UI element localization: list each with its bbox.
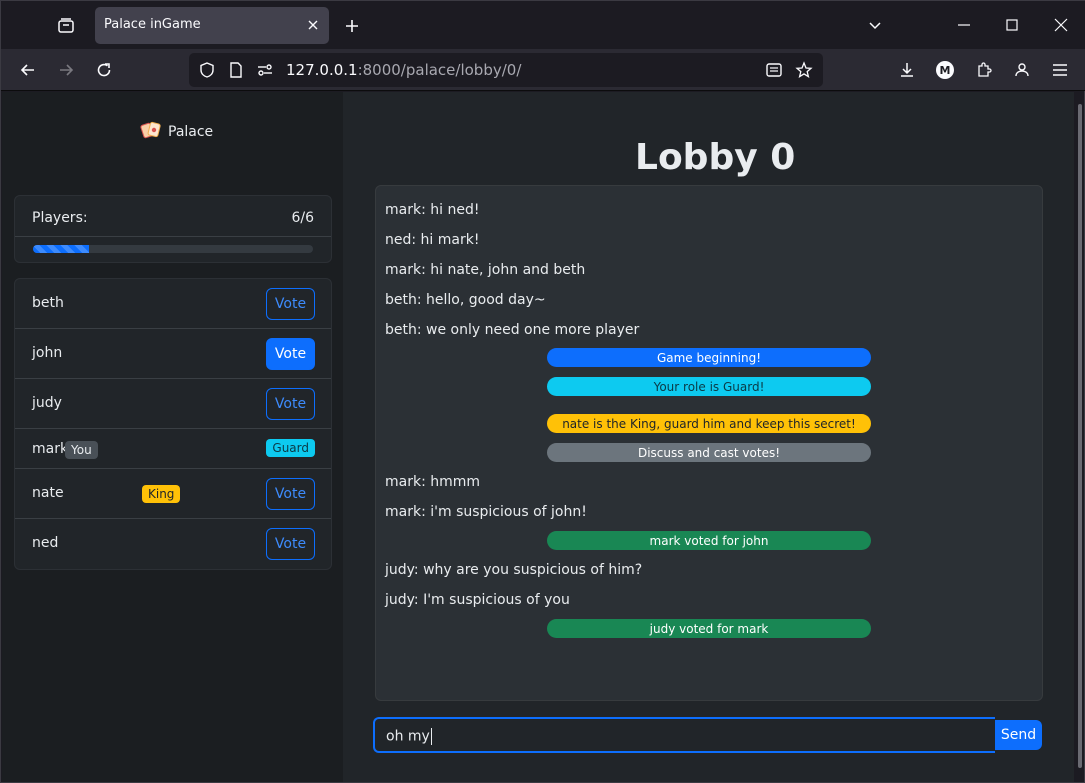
player-row-nate: nate King Vote	[15, 469, 331, 519]
progress-fill	[33, 245, 89, 253]
vote-button-beth[interactable]: Vote	[266, 288, 315, 320]
chat-message: mark: hi ned!	[385, 202, 480, 218]
vote-button-ned[interactable]: Vote	[266, 528, 315, 560]
send-button[interactable]: Send	[995, 720, 1042, 750]
players-label: Players:	[32, 210, 88, 226]
url-bar[interactable]: 127.0.0.1:8000/palace/lobby/0/	[189, 53, 823, 87]
minimize-icon[interactable]	[949, 11, 979, 39]
player-row-ned: ned Vote	[15, 519, 331, 569]
chat-message: beth: we only need one more player	[385, 322, 640, 338]
menu-icon[interactable]	[1046, 56, 1074, 84]
player-row-judy: judy Vote	[15, 379, 331, 429]
player-name: john	[32, 345, 63, 361]
brand[interactable]: Palace	[139, 121, 213, 143]
downloads-icon[interactable]	[893, 56, 921, 84]
forward-arrow-icon[interactable]	[52, 56, 80, 84]
playing-cards-icon	[139, 121, 163, 143]
players-progress-bar	[33, 245, 313, 253]
vote-notice: mark voted for john	[547, 531, 871, 550]
chat-message: mark: i'm suspicious of john!	[385, 504, 587, 520]
profile-icon[interactable]	[1008, 56, 1036, 84]
system-notice: Game beginning!	[547, 348, 871, 367]
url-text: 127.0.0.1:8000/palace/lobby/0/	[286, 61, 521, 79]
player-list: beth Vote john Vote judy Vote mark You G…	[14, 278, 332, 570]
reload-icon[interactable]	[90, 56, 118, 84]
player-name: nate	[32, 485, 64, 501]
player-row-john: john Vote	[15, 329, 331, 379]
close-tab-icon[interactable]	[303, 15, 323, 35]
navigation-bar: 127.0.0.1:8000/palace/lobby/0/ M	[1, 49, 1085, 91]
chat-log: mark: hi ned! ned: hi mark! mark: hi nat…	[375, 185, 1043, 701]
chevron-down-icon[interactable]	[860, 11, 890, 39]
system-notice: Your role is Guard!	[547, 377, 871, 396]
extensions-icon[interactable]	[970, 56, 998, 84]
tab-title: Palace inGame	[104, 17, 201, 32]
you-badge: You	[65, 441, 98, 459]
chat-input-text: oh my	[386, 728, 432, 745]
system-notice: nate is the King, guard him and keep thi…	[547, 414, 871, 433]
player-row-mark: mark You Guard	[15, 429, 331, 469]
permissions-icon[interactable]	[255, 60, 275, 80]
maximize-icon[interactable]	[997, 11, 1027, 39]
chat-message: beth: hello, good day~	[385, 292, 546, 308]
back-arrow-icon[interactable]	[14, 56, 42, 84]
chat-message: mark: hmmm	[385, 474, 481, 490]
sidebar: Palace Players: 6/6 beth Vote john Vote	[2, 92, 343, 782]
scrollbar[interactable]	[1078, 104, 1082, 768]
brand-name: Palace	[168, 124, 214, 140]
role-badge: Guard	[266, 439, 315, 457]
page-icon[interactable]	[226, 60, 246, 80]
new-tab-icon[interactable]	[339, 13, 365, 39]
chat-message: judy: I'm suspicious of you	[385, 592, 570, 608]
tab-palace-ingame[interactable]: Palace inGame	[95, 7, 329, 44]
player-name: beth	[32, 295, 64, 311]
players-count: 6/6	[291, 210, 314, 226]
bookmark-star-icon[interactable]	[794, 60, 814, 80]
vote-button-judy[interactable]: Vote	[266, 388, 315, 420]
chat-message: ned: hi mark!	[385, 232, 480, 248]
chat-message: mark: hi nate, john and beth	[385, 262, 586, 278]
text-caret	[430, 728, 432, 745]
url-path: :8000/palace/lobby/0/	[357, 61, 522, 79]
url-host: 127.0.0.1	[286, 61, 358, 79]
vote-notice: judy voted for mark	[547, 619, 871, 638]
player-name: ned	[32, 535, 59, 551]
page-content: Palace Players: 6/6 beth Vote john Vote	[2, 92, 1074, 782]
account-icon[interactable]: M	[931, 56, 959, 84]
reader-view-icon[interactable]	[764, 60, 784, 80]
shield-icon[interactable]	[197, 60, 217, 80]
vote-button-nate[interactable]: Vote	[266, 478, 315, 510]
chat-input-value: oh my	[386, 728, 430, 745]
page-title: Lobby 0	[635, 137, 796, 178]
tab-strip: Palace inGame	[1, 1, 1085, 49]
player-name: mark	[32, 441, 69, 457]
players-card: Players: 6/6	[14, 195, 332, 263]
system-notice: Discuss and cast votes!	[547, 443, 871, 462]
player-row-beth: beth Vote	[15, 279, 331, 329]
chat-message: judy: why are you suspicious of him?	[385, 562, 643, 578]
close-window-icon[interactable]	[1046, 11, 1076, 39]
divider	[15, 236, 331, 237]
player-name: judy	[32, 395, 62, 411]
browser-window: Palace inGame 127.0.0.1:8000/palace/lobb…	[0, 0, 1085, 783]
chat-input[interactable]: oh my	[373, 717, 995, 753]
tab-list-icon[interactable]	[51, 11, 81, 41]
vote-button-john[interactable]: Vote	[266, 338, 315, 370]
king-badge: King	[142, 485, 181, 503]
